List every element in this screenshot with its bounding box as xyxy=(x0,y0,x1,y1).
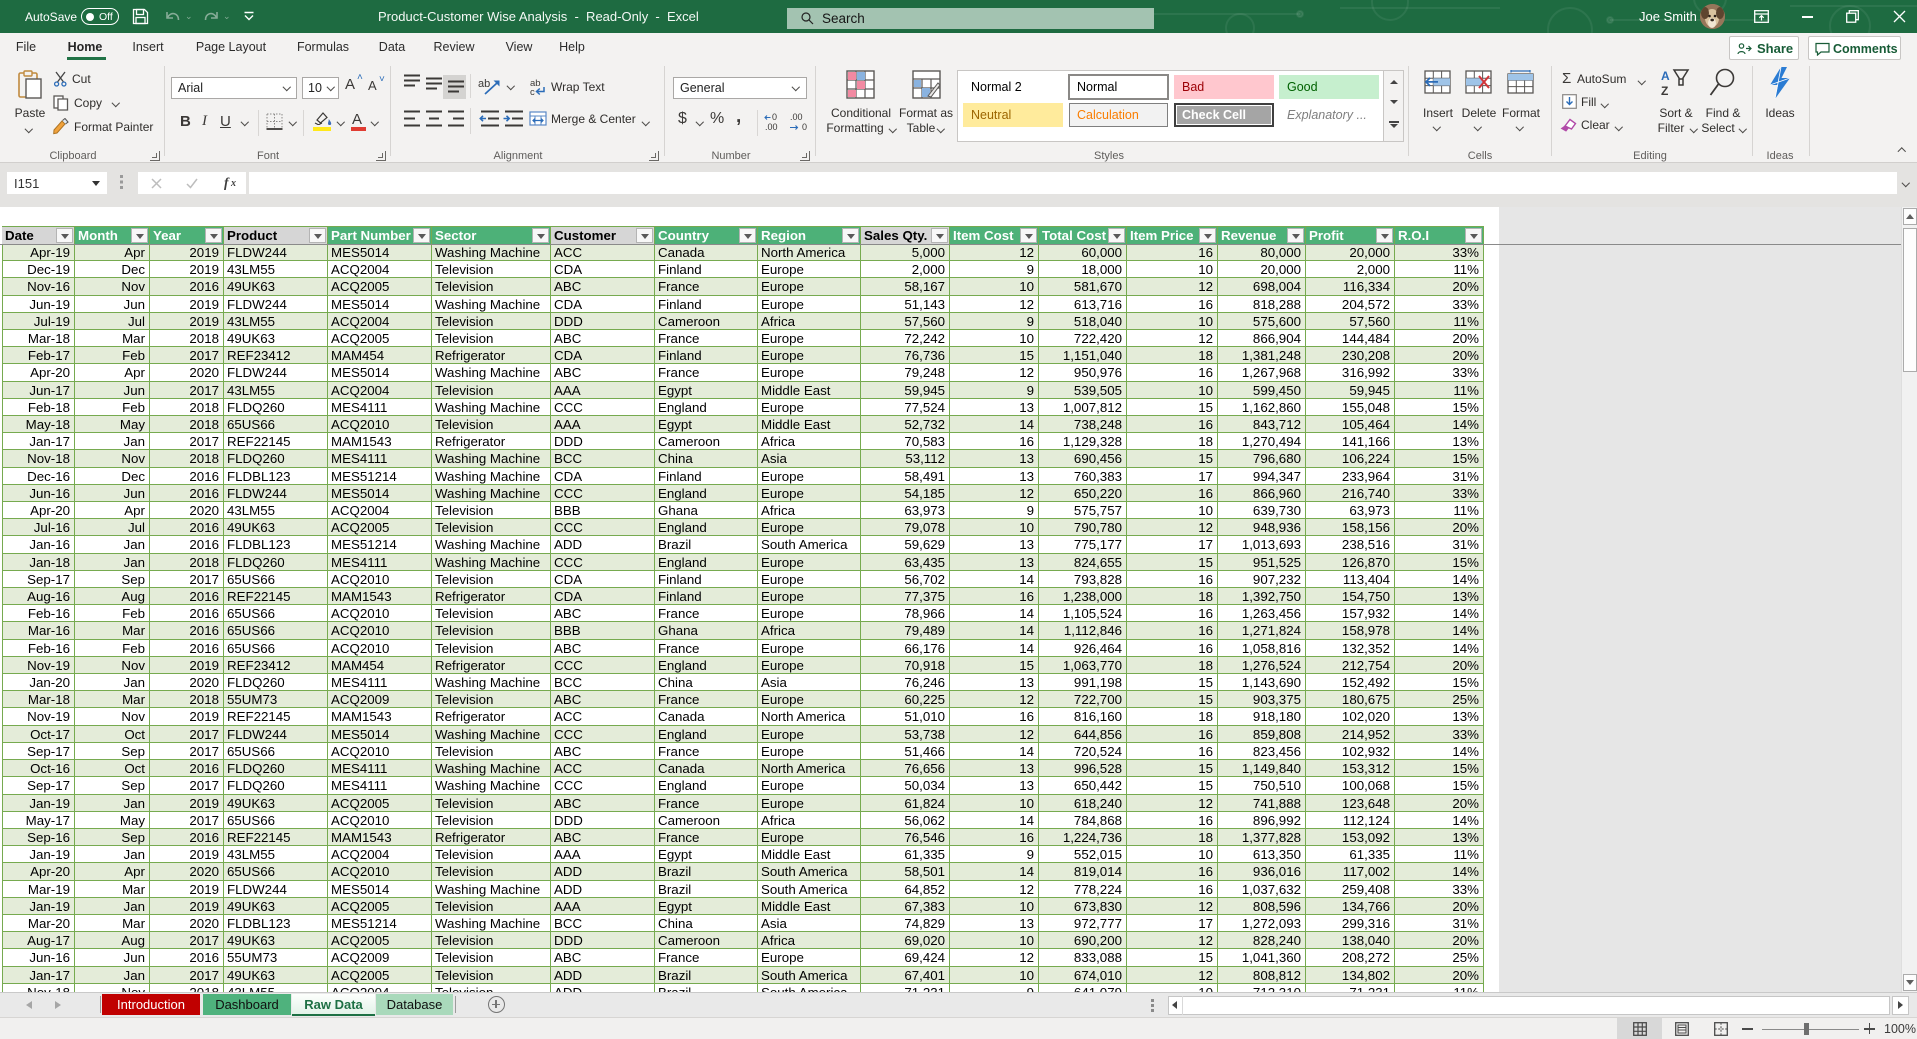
svg-text:ab: ab xyxy=(478,78,490,90)
svg-text:A: A xyxy=(1661,69,1670,83)
svg-text:.00: .00 xyxy=(790,112,803,122)
svg-text:.00: .00 xyxy=(765,122,778,132)
svg-text:0: 0 xyxy=(772,112,777,122)
svg-text:Z: Z xyxy=(1661,84,1668,98)
svg-text:c: c xyxy=(530,87,535,97)
svg-text:0: 0 xyxy=(802,122,807,132)
